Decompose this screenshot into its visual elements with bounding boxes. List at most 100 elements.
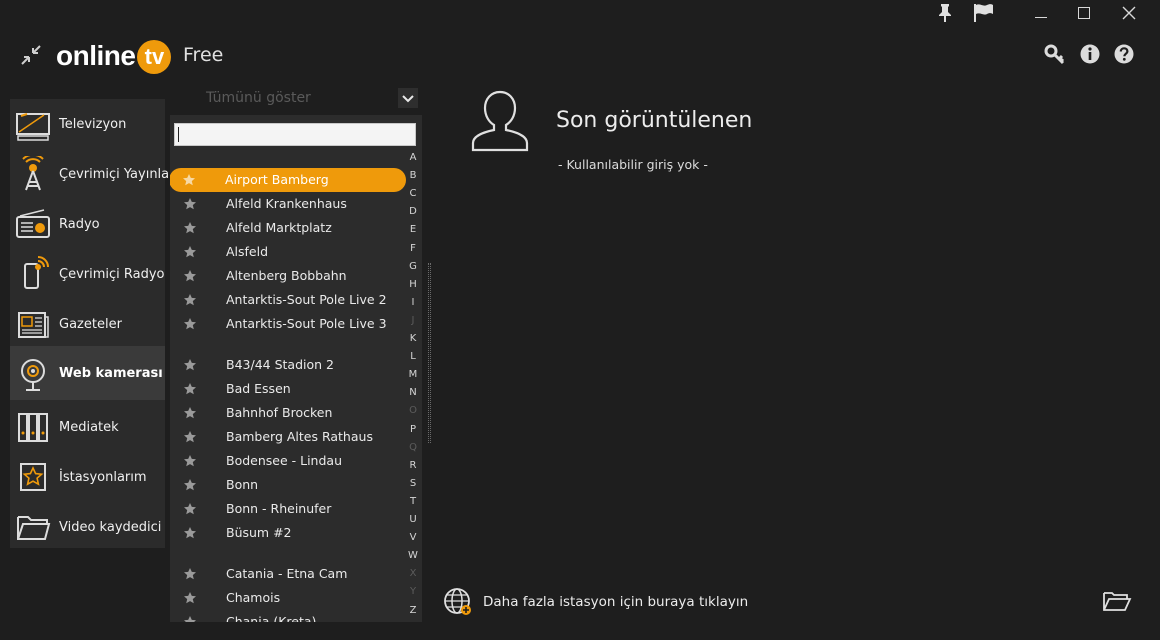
star-icon[interactable] bbox=[183, 382, 197, 396]
flag-button[interactable] bbox=[970, 0, 998, 26]
alpha-index-letter[interactable]: E bbox=[405, 224, 421, 235]
alpha-index-letter[interactable]: D bbox=[405, 206, 421, 217]
station-row[interactable]: Bodensee - Lindau bbox=[170, 449, 406, 473]
star-icon[interactable] bbox=[183, 358, 197, 372]
filter-selected-value: Tümünü göster bbox=[206, 90, 311, 106]
star-icon[interactable] bbox=[183, 221, 197, 235]
edition-label: Free bbox=[183, 44, 224, 66]
star-icon[interactable] bbox=[183, 293, 197, 307]
station-row[interactable]: Antarktis-Sout Pole Live 3 bbox=[170, 312, 406, 336]
open-folder-button[interactable] bbox=[1102, 589, 1132, 613]
alpha-index-letter[interactable]: M bbox=[405, 369, 421, 380]
alpha-index-letter[interactable]: V bbox=[405, 532, 421, 543]
text-caret bbox=[178, 127, 179, 142]
alpha-index-letter[interactable]: T bbox=[405, 496, 421, 507]
station-row[interactable]: Chamois bbox=[170, 586, 406, 610]
star-icon[interactable] bbox=[183, 406, 197, 420]
station-row[interactable]: B43/44 Stadion 2 bbox=[170, 353, 406, 377]
station-row[interactable]: Alfeld Krankenhaus bbox=[170, 192, 406, 216]
alpha-index-letter[interactable]: U bbox=[405, 514, 421, 525]
alpha-index-letter[interactable]: B bbox=[405, 170, 421, 181]
star-icon[interactable] bbox=[183, 245, 197, 259]
alpha-index-letter: X bbox=[409, 568, 417, 580]
station-name: Bad Essen bbox=[226, 381, 291, 396]
sidebar-item-televizyon[interactable]: Televizyon bbox=[10, 99, 165, 149]
station-row[interactable]: Catania - Etna Cam bbox=[170, 562, 406, 586]
star-icon[interactable] bbox=[183, 317, 197, 331]
star-icon[interactable] bbox=[183, 502, 197, 516]
logo-badge: tv bbox=[137, 40, 172, 74]
help-icon bbox=[1114, 44, 1134, 64]
station-name: Alsfeld bbox=[226, 244, 269, 259]
alpha-index-letter[interactable]: S bbox=[405, 478, 421, 489]
alpha-index-letter[interactable]: Z bbox=[405, 605, 421, 616]
pin-button[interactable] bbox=[932, 0, 958, 26]
star-icon[interactable] bbox=[183, 615, 197, 622]
scrollbar[interactable] bbox=[428, 263, 431, 443]
key-icon bbox=[1044, 44, 1065, 65]
star-icon[interactable] bbox=[183, 430, 197, 444]
star-icon[interactable] bbox=[183, 591, 197, 605]
alpha-index-letter[interactable]: L bbox=[405, 351, 421, 362]
filter-dropdown[interactable]: Tümünü göster bbox=[172, 86, 418, 110]
alpha-index-letter[interactable]: N bbox=[405, 387, 421, 398]
close-icon bbox=[1122, 6, 1136, 20]
station-name: Bahnhof Brocken bbox=[226, 405, 333, 420]
star-icon[interactable] bbox=[183, 269, 197, 283]
minimize-button[interactable] bbox=[1028, 0, 1054, 26]
station-row[interactable]: Bonn - Rheinufer bbox=[170, 497, 406, 521]
alpha-index-letter[interactable]: G bbox=[405, 261, 421, 272]
sidebar-item-istasyonlarim[interactable]: İstasyonlarım bbox=[10, 452, 165, 502]
recent-title: Son görüntülenen bbox=[556, 108, 753, 133]
alpha-index-letter[interactable]: K bbox=[405, 333, 421, 344]
station-row[interactable]: Antarktis-Sout Pole Live 2 bbox=[170, 288, 406, 312]
star-icon[interactable] bbox=[183, 567, 197, 581]
sidebar-item-radyo[interactable]: Radyo bbox=[10, 199, 165, 249]
search-input[interactable] bbox=[174, 123, 416, 146]
flag-icon bbox=[974, 4, 993, 22]
station-row[interactable]: Bad Essen bbox=[170, 377, 406, 401]
alpha-index-letter[interactable]: I bbox=[405, 297, 421, 308]
station-row[interactable]: Altenberg Bobbahn bbox=[170, 264, 406, 288]
sidebar-item-label: Web kamerası bbox=[59, 365, 163, 381]
station-row[interactable]: Bonn bbox=[170, 473, 406, 497]
close-button[interactable] bbox=[1116, 0, 1142, 26]
star-icon[interactable] bbox=[182, 173, 196, 187]
help-button[interactable] bbox=[1114, 44, 1134, 64]
sidebar-item-web-kamerasi[interactable]: Web kamerası bbox=[10, 346, 165, 400]
sidebar-item-gazeteler[interactable]: Gazeteler bbox=[10, 299, 165, 349]
collapse-icon[interactable] bbox=[20, 44, 42, 66]
station-row[interactable]: Airport Bamberg bbox=[170, 168, 406, 192]
star-icon[interactable] bbox=[183, 454, 197, 468]
alpha-index-letter[interactable]: W bbox=[405, 550, 421, 561]
newspaper-icon bbox=[18, 312, 49, 338]
station-row[interactable]: Alfeld Marktplatz bbox=[170, 216, 406, 240]
sidebar-item-cevrimici-yayinlar[interactable]: Çevrimiçi Yayınlar bbox=[10, 149, 174, 199]
star-icon[interactable] bbox=[183, 526, 197, 540]
chevron-down-icon[interactable] bbox=[398, 88, 418, 108]
sidebar-item-label: Video kaydedici bbox=[59, 519, 162, 535]
alpha-index-letter[interactable]: R bbox=[405, 460, 421, 471]
station-row[interactable]: Bahnhof Brocken bbox=[170, 401, 406, 425]
station-row[interactable]: Chania (Kreta) bbox=[170, 610, 406, 622]
sidebar-item-video-kaydedici[interactable]: Video kaydedici bbox=[10, 502, 165, 552]
station-row[interactable]: Büsum #2 bbox=[170, 521, 406, 545]
sidebar-item-label: Radyo bbox=[59, 216, 100, 232]
alpha-index-letter[interactable]: C bbox=[405, 188, 421, 199]
logo-text: online bbox=[56, 40, 136, 71]
station-row[interactable]: Bamberg Altes Rathaus bbox=[170, 425, 406, 449]
alpha-index-letter[interactable]: H bbox=[405, 279, 421, 290]
alpha-index-letter[interactable]: P bbox=[405, 424, 421, 435]
sidebar-item-cevrimici-radyo[interactable]: Çevrimiçi Radyo bbox=[10, 249, 165, 299]
station-row[interactable]: Alsfeld bbox=[170, 240, 406, 264]
star-icon[interactable] bbox=[183, 478, 197, 492]
alpha-index-letter[interactable]: F bbox=[405, 243, 421, 254]
station-name: Antarktis-Sout Pole Live 2 bbox=[226, 292, 387, 307]
maximize-button[interactable] bbox=[1071, 0, 1097, 26]
key-button[interactable] bbox=[1044, 44, 1065, 65]
alpha-index-letter[interactable]: A bbox=[405, 152, 421, 163]
sidebar-item-mediatek[interactable]: Mediatek bbox=[10, 402, 165, 452]
info-button[interactable] bbox=[1080, 44, 1100, 64]
more-stations-link[interactable]: Daha fazla istasyon için buraya tıklayın bbox=[443, 587, 748, 617]
star-icon[interactable] bbox=[183, 197, 197, 211]
